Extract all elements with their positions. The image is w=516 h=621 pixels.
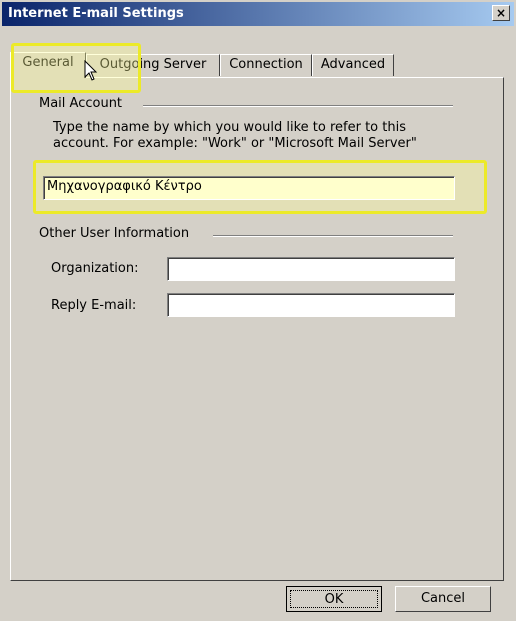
close-icon: ×	[495, 6, 507, 20]
title-bar[interactable]: Internet E-mail Settings ×	[2, 2, 514, 26]
other-user-info-group-line	[213, 235, 453, 237]
organization-label: Organization:	[51, 261, 139, 276]
mail-account-group-label: Mail Account	[39, 96, 123, 111]
organization-input[interactable]	[167, 257, 455, 281]
other-user-info-group-label: Other User Information	[39, 226, 190, 241]
ok-button-label: OK	[324, 592, 344, 607]
tab-connection[interactable]: Connection	[220, 54, 312, 76]
account-description-line1: Type the name by which you would like to…	[53, 120, 406, 135]
internet-email-settings-dialog: Internet E-mail Settings × General Outgo…	[0, 0, 516, 621]
ok-button-focus-ring: OK	[290, 590, 378, 608]
tab-highlight-annotation	[11, 43, 141, 93]
reply-email-label: Reply E-mail:	[51, 298, 137, 313]
ok-button[interactable]: OK	[286, 586, 382, 612]
tab-advanced[interactable]: Advanced	[312, 54, 394, 76]
reply-email-input[interactable]	[167, 293, 455, 317]
cancel-button[interactable]: Cancel	[395, 586, 491, 612]
account-description-line2: account. For example: "Work" or "Microso…	[53, 136, 417, 151]
tab-advanced-label: Advanced	[320, 57, 386, 72]
window-title: Internet E-mail Settings	[8, 6, 184, 21]
mouse-pointer-icon	[84, 60, 98, 81]
account-name-input[interactable]: Μηχανογραφικό Κέντρο	[43, 176, 455, 200]
account-name-value: Μηχανογραφικό Κέντρο	[47, 179, 202, 194]
tab-connection-label: Connection	[229, 57, 303, 72]
general-tab-panel: Mail Account Type the name by which you …	[10, 77, 504, 581]
close-button[interactable]: ×	[492, 5, 510, 21]
mail-account-group-line	[143, 105, 453, 107]
cancel-button-label: Cancel	[420, 591, 466, 606]
